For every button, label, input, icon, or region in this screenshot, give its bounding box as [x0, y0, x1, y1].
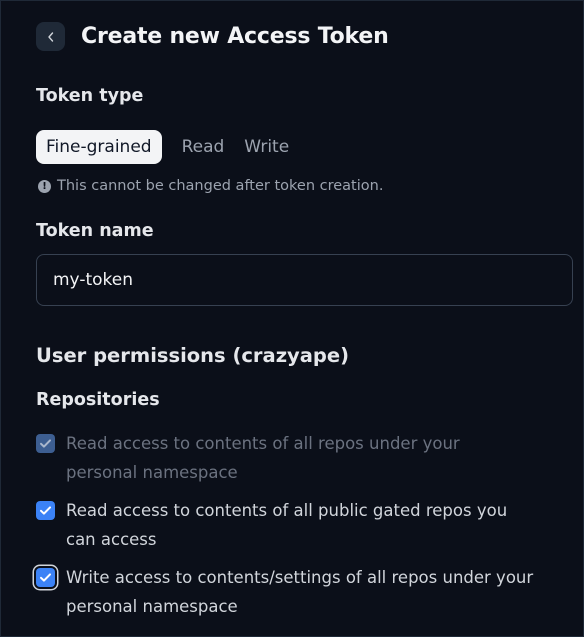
exclamation-circle-icon: ! [38, 179, 51, 193]
permission-checkbox-read-personal[interactable] [36, 434, 55, 453]
checkmark-icon [40, 506, 51, 515]
page-header: Create new Access Token [36, 22, 389, 51]
user-permissions-title: User permissions (crazyape) [36, 344, 350, 367]
back-button[interactable] [36, 22, 65, 51]
checkmark-icon [40, 439, 51, 448]
tab-read[interactable]: Read [172, 130, 235, 164]
token-type-label: Token type [36, 86, 144, 106]
token-type-note-text: This cannot be changed after token creat… [57, 178, 384, 194]
token-type-note: ! This cannot be changed after token cre… [38, 178, 383, 194]
permission-item: Read access to contents of all repos und… [36, 430, 536, 487]
token-name-value: my-token [53, 270, 133, 290]
permission-item: Read access to contents of all public ga… [36, 497, 536, 554]
checkmark-icon [40, 573, 51, 582]
token-name-input[interactable]: my-token [36, 254, 573, 306]
token-type-tabs: Fine-grained Read Write [36, 130, 299, 164]
repositories-label: Repositories [36, 390, 160, 410]
tab-write[interactable]: Write [234, 130, 299, 164]
page-title: Create new Access Token [81, 24, 389, 49]
permission-label-read-gated: Read access to contents of all public ga… [66, 501, 508, 549]
permission-item: Write access to contents/settings of all… [36, 564, 536, 621]
permission-label-read-personal: Read access to contents of all repos und… [66, 434, 460, 482]
chevron-left-icon [47, 31, 53, 42]
permission-checkbox-read-gated[interactable] [36, 501, 55, 520]
token-name-label: Token name [36, 221, 154, 241]
permission-checkbox-write-personal[interactable] [36, 568, 55, 587]
tab-fine-grained[interactable]: Fine-grained [36, 130, 162, 164]
permission-label-write-personal: Write access to contents/settings of all… [66, 568, 534, 616]
